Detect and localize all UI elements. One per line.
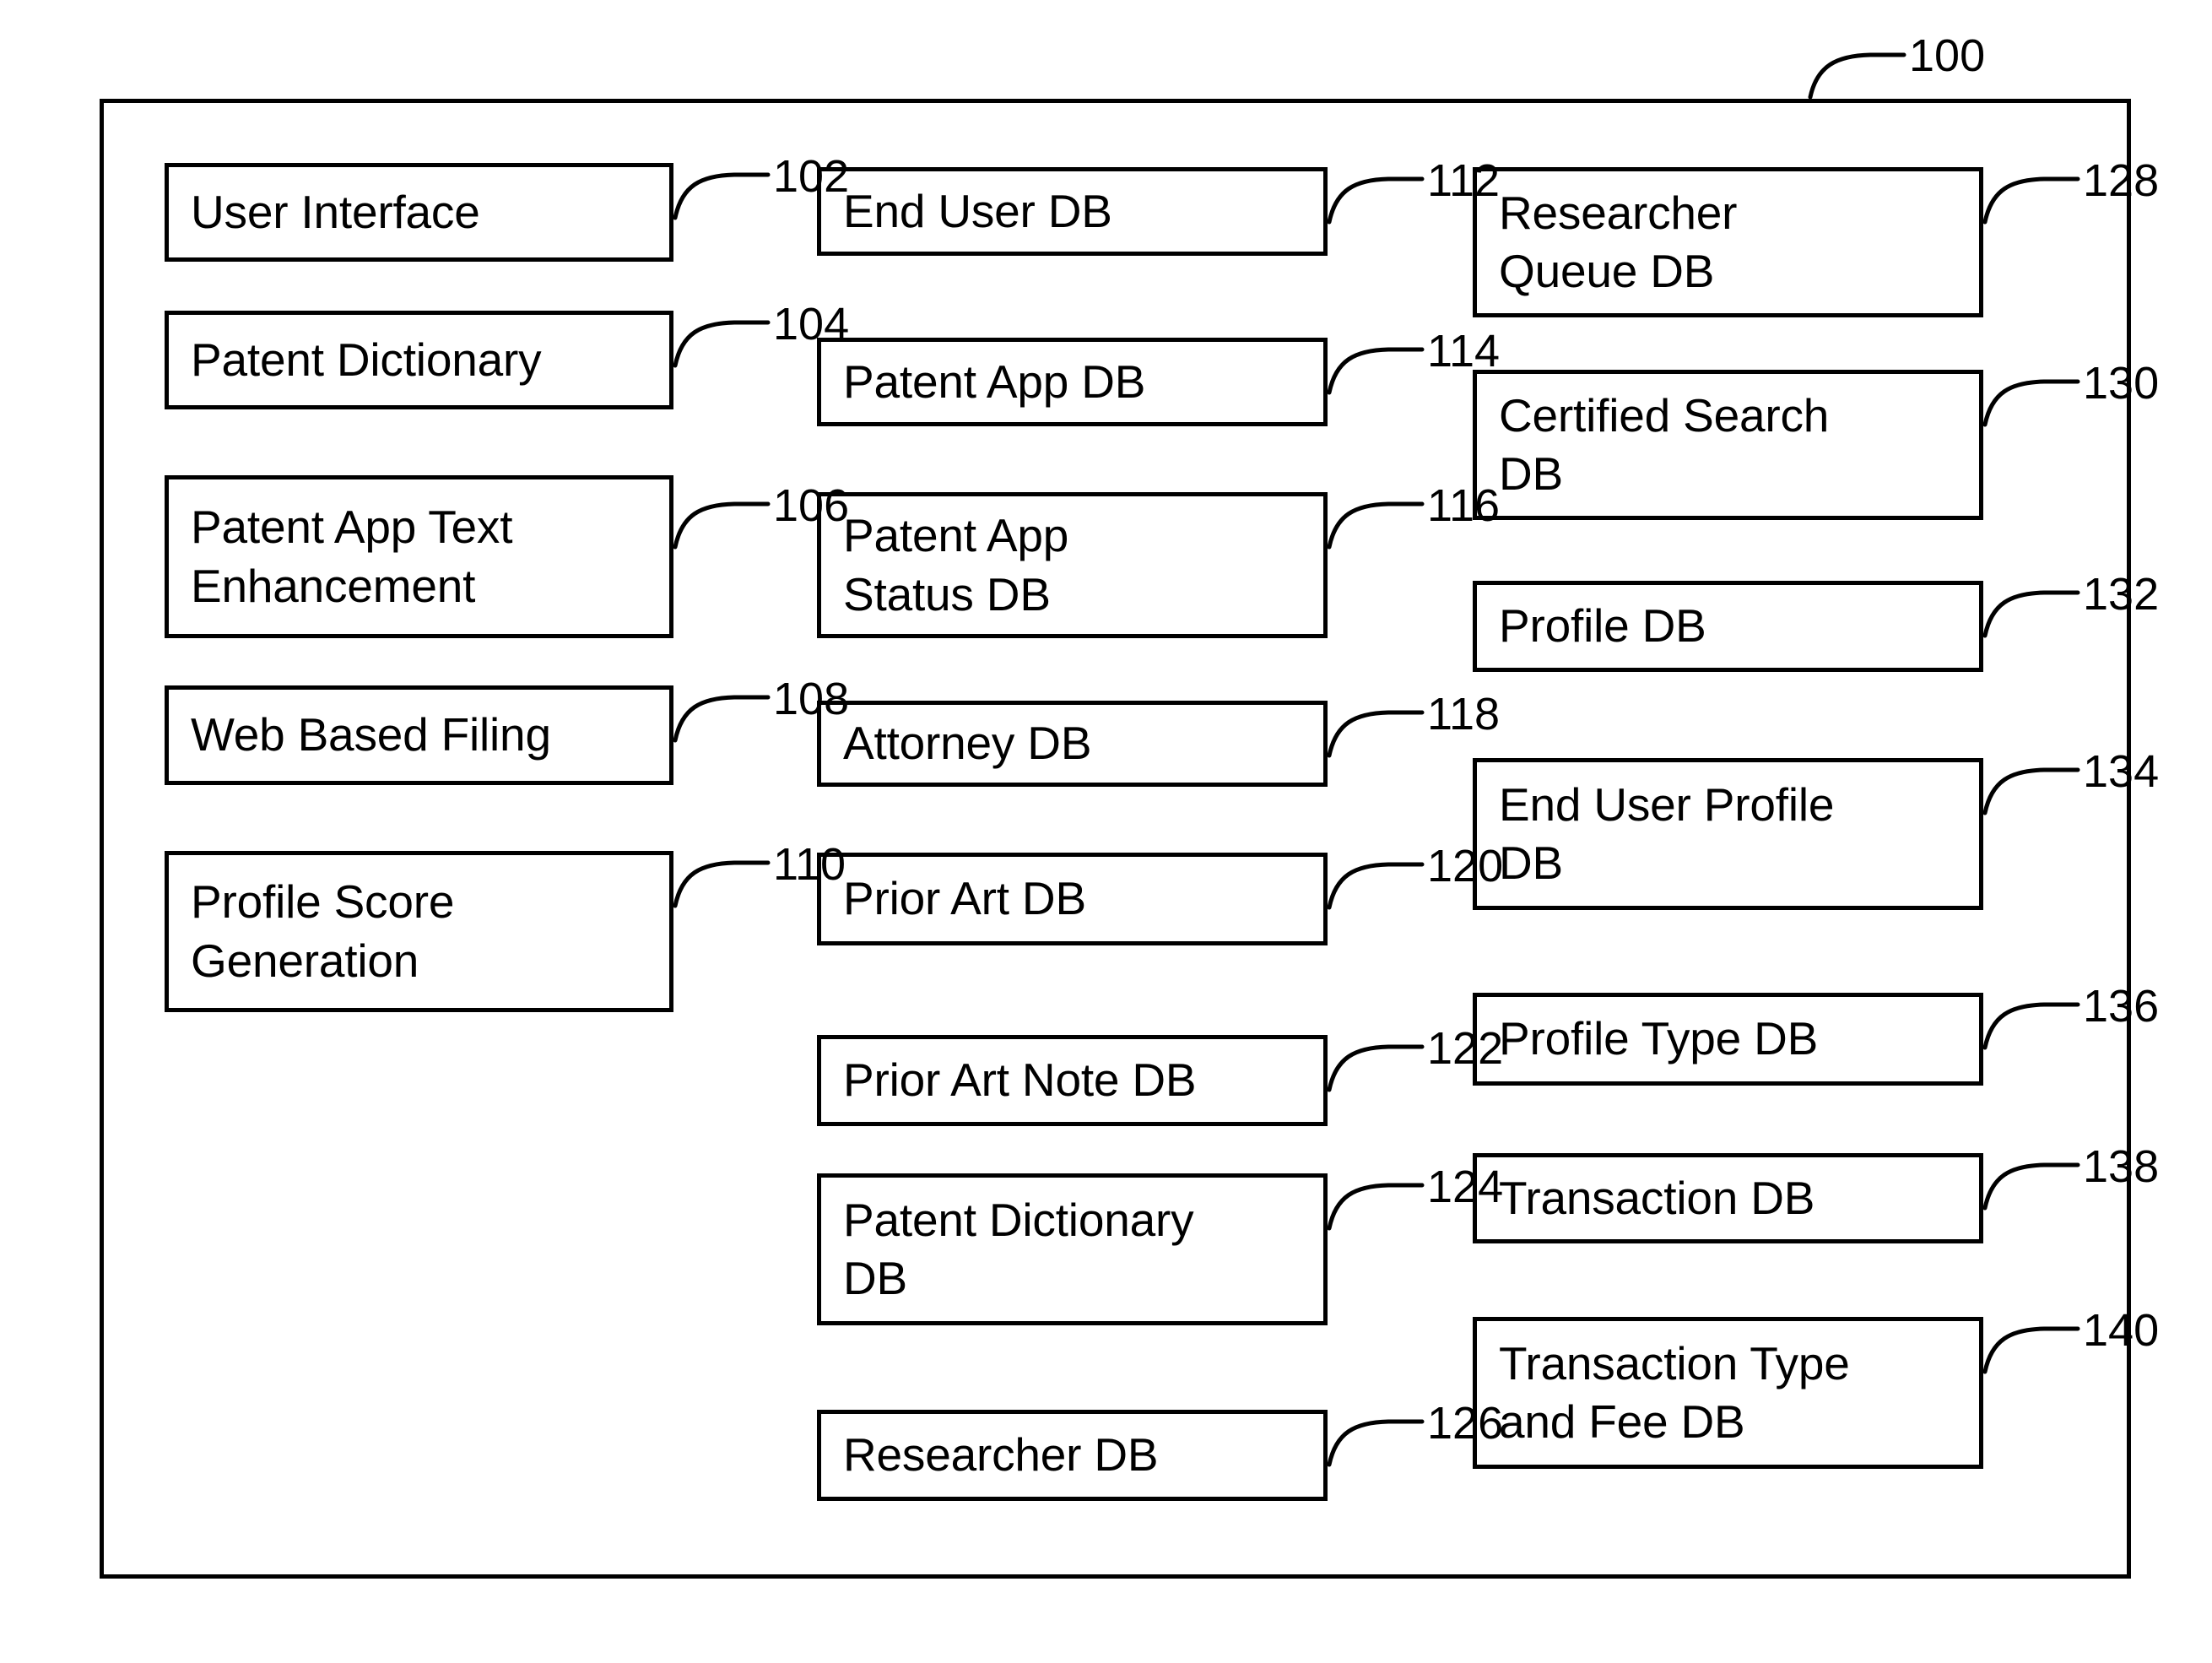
box-researcher-queue-db[interactable]: Researcher Queue DB <box>1473 167 1983 317</box>
ref-numeral-104: 104 <box>773 299 850 349</box>
box-label: Profile Score Generation <box>191 875 455 987</box>
box-label: Researcher DB <box>843 1428 1159 1482</box>
box-label: Attorney DB <box>843 717 1092 770</box>
box-patent-dictionary[interactable]: Patent Dictionary <box>165 311 673 409</box>
box-label: Patent App Text Enhancement <box>191 501 513 612</box>
box-profile-db[interactable]: Profile DB <box>1473 581 1983 672</box>
box-label: Researcher Queue DB <box>1499 186 1738 297</box>
ref-numeral-140: 140 <box>2083 1305 2160 1356</box>
box-label: End User Profile DB <box>1499 777 1835 889</box>
ref-numeral-124: 124 <box>1427 1162 1504 1212</box>
box-patent-app-db[interactable]: Patent App DB <box>817 338 1328 426</box>
box-label: User Interface <box>191 185 480 238</box>
ref-numeral-102: 102 <box>773 151 850 202</box>
box-transaction-db[interactable]: Transaction DB <box>1473 1153 1983 1243</box>
ref-numeral-100: 100 <box>1909 30 1986 81</box>
box-label: Web Based Filing <box>191 708 551 761</box>
box-patent-app-status-db[interactable]: Patent App Status DB <box>817 492 1328 638</box>
box-patent-app-text-enhancement[interactable]: Patent App Text Enhancement <box>165 475 673 638</box>
box-label: Prior Art DB <box>843 872 1086 925</box>
box-user-interface[interactable]: User Interface <box>165 163 673 262</box>
box-prior-art-note-db[interactable]: Prior Art Note DB <box>817 1035 1328 1126</box>
ref-numeral-136: 136 <box>2083 981 2160 1032</box>
box-researcher-db[interactable]: Researcher DB <box>817 1410 1328 1501</box>
ref-numeral-114: 114 <box>1427 326 1501 376</box>
box-label: Profile Type DB <box>1499 1012 1819 1065</box>
box-profile-type-db[interactable]: Profile Type DB <box>1473 993 1983 1086</box>
box-end-user-db[interactable]: End User DB <box>817 167 1328 256</box>
box-profile-score-generation[interactable]: Profile Score Generation <box>165 851 673 1012</box>
box-label: Patent App DB <box>843 355 1146 408</box>
box-label: Certified Search DB <box>1499 388 1830 500</box>
box-label: Patent Dictionary DB <box>843 1193 1194 1304</box>
ref-numeral-134: 134 <box>2083 746 2160 797</box>
ref-numeral-110: 110 <box>773 839 846 890</box>
box-attorney-db[interactable]: Attorney DB <box>817 701 1328 787</box>
ref-numeral-132: 132 <box>2083 569 2160 620</box>
box-end-user-profile-db[interactable]: End User Profile DB <box>1473 758 1983 910</box>
box-certified-search-db[interactable]: Certified Search DB <box>1473 370 1983 520</box>
box-label: Prior Art Note DB <box>843 1054 1197 1107</box>
box-patent-dictionary-db[interactable]: Patent Dictionary DB <box>817 1173 1328 1325</box>
ref-numeral-128: 128 <box>2083 155 2160 206</box>
leader-100 <box>1808 52 1906 100</box>
ref-numeral-112: 112 <box>1427 155 1501 206</box>
ref-numeral-106: 106 <box>773 480 850 531</box>
ref-numeral-118: 118 <box>1427 689 1501 739</box>
ref-numeral-108: 108 <box>773 674 850 724</box>
box-label: End User DB <box>843 184 1112 237</box>
box-label: Patent App Status DB <box>843 509 1069 620</box>
ref-numeral-130: 130 <box>2083 358 2160 409</box>
box-transaction-type-and-fee-db[interactable]: Transaction Type and Fee DB <box>1473 1317 1983 1469</box>
box-label: Transaction DB <box>1499 1171 1815 1224</box>
ref-numeral-122: 122 <box>1427 1023 1504 1074</box>
box-prior-art-db[interactable]: Prior Art DB <box>817 853 1328 945</box>
box-label: Profile DB <box>1499 599 1706 653</box>
ref-numeral-120: 120 <box>1427 841 1504 891</box>
patent-figure: User Interface Patent Dictionary Patent … <box>0 0 2212 1663</box>
ref-numeral-138: 138 <box>2083 1141 2160 1192</box>
box-label: Patent Dictionary <box>191 333 542 386</box>
box-label: Transaction Type and Fee DB <box>1499 1336 1850 1448</box>
ref-numeral-126: 126 <box>1427 1398 1504 1449</box>
ref-numeral-116: 116 <box>1427 480 1501 531</box>
box-web-based-filing[interactable]: Web Based Filing <box>165 685 673 785</box>
